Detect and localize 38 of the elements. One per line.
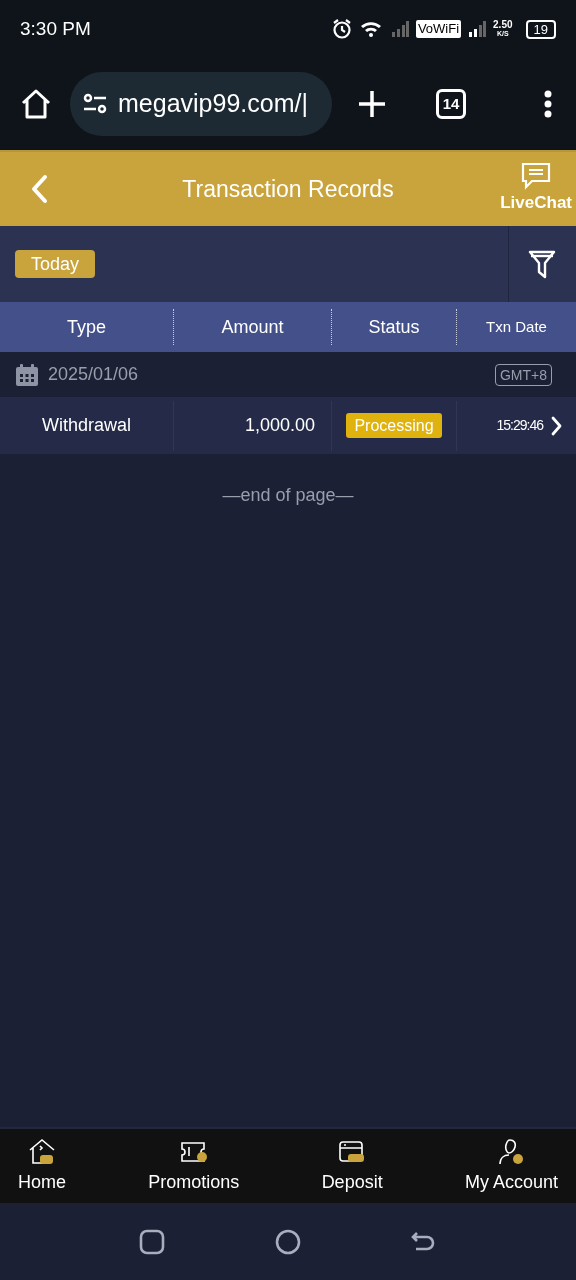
- site-settings-icon: [82, 93, 108, 115]
- time-cell-text: 15:29:46: [496, 416, 543, 435]
- home-circle-icon[interactable]: [275, 1228, 301, 1255]
- signal-icon: [468, 20, 487, 38]
- new-tab-icon[interactable]: [358, 90, 386, 118]
- column-header: Type: [67, 315, 106, 339]
- status-badge: Processing: [346, 413, 442, 438]
- address-bar[interactable]: megavip99.com/|: [70, 72, 332, 136]
- vowifi-badge: VoWiFi: [415, 20, 462, 38]
- clock-time: 3:30 PM: [20, 16, 91, 41]
- date-label: 2025/01/06: [48, 363, 139, 386]
- network-speed: 2.50: [493, 20, 513, 29]
- more-menu-icon[interactable]: [544, 90, 552, 118]
- column-header: Txn Date: [486, 316, 547, 337]
- column-header: Status: [368, 315, 420, 339]
- page-title: Transaction Records: [181, 174, 395, 204]
- battery-indicator: 19: [525, 19, 556, 39]
- timezone-badge: GMT+8: [494, 363, 552, 386]
- type-cell-text: Withdrawal: [42, 414, 131, 437]
- alarm-icon: [330, 18, 353, 40]
- nav-tab[interactable]: Promotions: [148, 1136, 240, 1196]
- amount-cell-text: 1,000.00: [244, 414, 315, 437]
- chat-bubble-icon: [520, 162, 553, 191]
- tab-count-button[interactable]: 14: [436, 89, 466, 119]
- filter-icon[interactable]: [528, 249, 556, 279]
- end-of-page-note: —end of page—: [222, 484, 354, 507]
- nav-tab[interactable]: Home: [18, 1136, 66, 1196]
- nav-tab[interactable]: Deposit: [321, 1136, 383, 1196]
- recents-icon[interactable]: [139, 1228, 165, 1255]
- calendar-icon: [15, 362, 39, 387]
- wifi-icon: [359, 19, 384, 39]
- transaction-row[interactable]: Withdrawal 1,000.00 Processing 15:29:46: [0, 397, 576, 454]
- home-icon[interactable]: [20, 89, 52, 119]
- house-icon: [27, 1136, 57, 1167]
- chevron-right-icon: [551, 415, 562, 436]
- column-header: Amount: [221, 315, 284, 339]
- signal-icon: [390, 20, 409, 38]
- nav-tab[interactable]: My Account: [464, 1136, 558, 1196]
